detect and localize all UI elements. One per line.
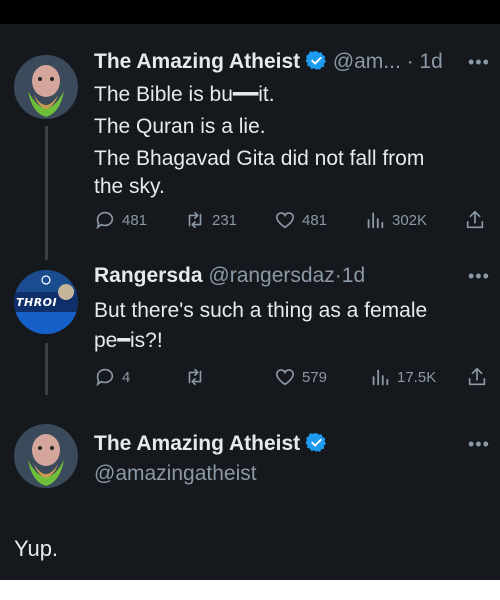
avatar[interactable] [14, 55, 78, 119]
avatar[interactable] [14, 424, 78, 488]
heart-icon [275, 212, 295, 229]
reply-count: 4 [122, 368, 131, 386]
retweet-icon [188, 211, 202, 229]
like-count: 481 [302, 211, 328, 229]
share-button[interactable] [464, 209, 486, 231]
tweet-text: Yup. [14, 536, 59, 561]
timestamp[interactable]: 1d [342, 264, 365, 287]
retweet-button[interactable] [184, 366, 206, 388]
tweet-header: The Amazing Atheist @am... · 1d [94, 48, 443, 79]
reply-button[interactable]: 481 [94, 209, 147, 231]
tweet-text-line: The Bhagavad Gita did not fall from [94, 147, 425, 170]
thread-line [45, 343, 48, 395]
reply-count: 481 [122, 211, 148, 229]
heart-icon [275, 369, 295, 386]
top-black-bar [0, 0, 500, 24]
retweet-count: 231 [212, 211, 238, 229]
like-button[interactable]: 481 [274, 209, 327, 231]
more-options-icon[interactable]: ••• [468, 52, 490, 73]
reply-icon [96, 211, 114, 230]
like-button[interactable]: 579 [274, 366, 327, 388]
view-count: 302K [392, 211, 428, 229]
verified-badge-icon [305, 432, 327, 461]
tweet-text-line: The Bible is bu━━it. [94, 83, 275, 106]
like-count: 579 [302, 368, 328, 386]
handle[interactable]: @am... [333, 50, 401, 73]
bottom-white-bar [0, 580, 500, 600]
views-chart-icon [367, 212, 384, 229]
timestamp[interactable]: 1d [420, 50, 443, 73]
tweet-text-line: But there's such a thing as a female [94, 299, 428, 322]
more-options-icon[interactable]: ••• [468, 266, 490, 287]
retweet-button[interactable]: 231 [184, 209, 237, 231]
avatar-label: THROI [16, 296, 58, 309]
separator-dot: · [334, 264, 342, 287]
share-icon [468, 367, 486, 386]
avatar-image [14, 55, 78, 119]
tweet-text-line: the sky. [94, 175, 165, 198]
share-button[interactable] [466, 366, 488, 388]
display-name[interactable]: The Amazing Atheist [94, 432, 300, 455]
avatar-image [14, 424, 78, 488]
display-name[interactable]: Rangersda [94, 264, 203, 287]
views-button[interactable]: 17.5K [369, 366, 436, 388]
more-options-icon[interactable]: ••• [468, 434, 490, 455]
retweet-icon [188, 368, 202, 386]
avatar[interactable]: THROI [14, 270, 78, 334]
verified-badge-icon [305, 50, 327, 79]
tweet-header: Rangersda @rangersdaz·1d [94, 262, 365, 290]
views-chart-icon [372, 369, 389, 386]
share-icon [466, 210, 484, 229]
reply-icon [96, 368, 114, 387]
tweet-actions: 481 231 481 302K [94, 209, 494, 233]
separator-dot: · [406, 50, 414, 73]
view-count: 17.5K [397, 368, 437, 386]
tweet-text-line: pe━is?! [94, 329, 163, 352]
tweet-actions: 4 579 17.5K [94, 366, 494, 390]
handle[interactable]: @amazingatheist [94, 460, 257, 488]
reply-button[interactable]: 4 [94, 366, 130, 388]
display-name[interactable]: The Amazing Atheist [94, 50, 300, 73]
views-button[interactable]: 302K [364, 209, 427, 231]
thread-line [45, 126, 48, 260]
tweet-header: The Amazing Atheist [94, 430, 327, 461]
tweet-text-line: The Quran is a lie. [94, 115, 266, 138]
handle[interactable]: @rangersdaz [208, 264, 334, 287]
